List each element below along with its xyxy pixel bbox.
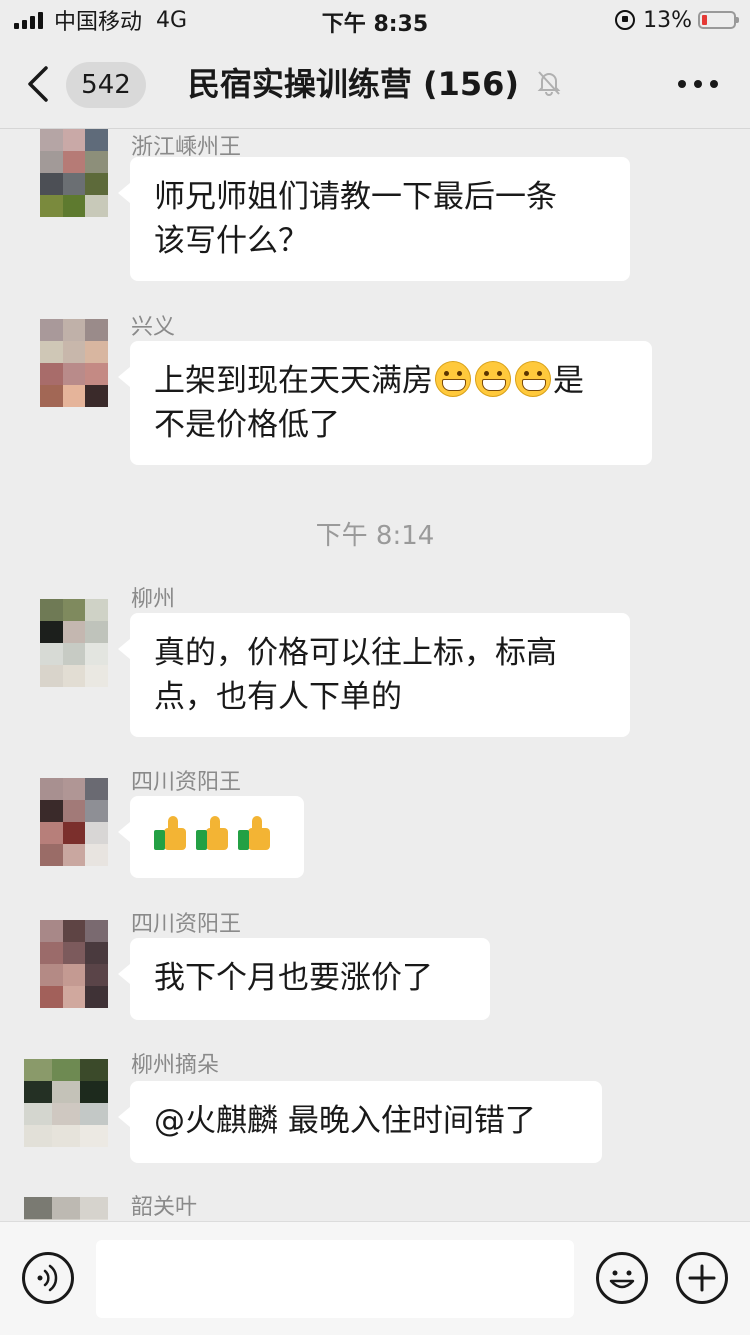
input-bar <box>0 1221 750 1335</box>
plus-button[interactable] <box>676 1252 728 1304</box>
message-bubble[interactable]: @火麒麟 最晚入住时间错了 <box>118 1081 602 1163</box>
thumbs-up-emoji <box>238 815 274 852</box>
nav-bar: 542 民宿实操训练营 (156) <box>0 40 750 129</box>
smiley-icon <box>609 1270 635 1289</box>
status-bar: 中国移动 4G 下午 8:35 13% <box>0 0 750 40</box>
message-line: 该写什么？ <box>154 223 309 259</box>
message-line: 不是价格低了 <box>154 407 340 443</box>
grinning-emoji <box>515 361 551 397</box>
avatar[interactable] <box>40 599 108 687</box>
message-line: 点，也有人下单的 <box>154 679 402 715</box>
message-bubble[interactable] <box>118 796 304 878</box>
battery-percent: 13% <box>643 7 692 33</box>
sender-name: 四川资阳王 <box>131 770 242 795</box>
message-line: 真的，价格可以往上标，标高 <box>154 635 557 671</box>
battery-icon <box>698 11 739 29</box>
voice-icon <box>37 1264 58 1292</box>
avatar[interactable] <box>24 1059 108 1147</box>
thumbs-up-emoji <box>154 815 190 852</box>
grinning-emoji <box>435 361 471 397</box>
avatar[interactable] <box>40 778 108 866</box>
avatar[interactable] <box>40 129 108 217</box>
message-bubble[interactable]: 真的，价格可以往上标，标高 点，也有人下单的 <box>118 613 630 737</box>
grinning-emoji <box>475 361 511 397</box>
sender-name: 兴义 <box>131 315 176 340</box>
message-bubble[interactable]: 师兄师姐们请教一下最后一条 该写什么？ <box>118 157 630 281</box>
message-text: 我下个月也要涨价了 <box>154 960 433 996</box>
status-right: 13% <box>615 6 739 34</box>
dot <box>678 80 686 88</box>
message-bubble[interactable]: 我下个月也要涨价了 <box>118 938 490 1020</box>
dot <box>710 80 718 88</box>
bell-off-icon <box>536 66 562 106</box>
sender-name: 柳州摘朵 <box>131 1053 220 1078</box>
message-line: 师兄师姐们请教一下最后一条 <box>154 179 557 215</box>
message-list[interactable]: 浙江嵊州王 师兄师姐们请教一下最后一条 该写什么？ 兴义 上架到现在天天满房是 … <box>0 129 750 1220</box>
rotation-lock-icon <box>615 10 636 30</box>
voice-button[interactable] <box>22 1252 74 1304</box>
thumbs-up-emoji <box>196 815 232 852</box>
message-bubble[interactable]: 上架到现在天天满房 是 不是价格低了 <box>118 341 652 465</box>
sender-name: 柳州 <box>131 587 176 612</box>
message-input[interactable] <box>96 1240 574 1318</box>
more-options-button[interactable] <box>678 80 718 90</box>
dot <box>694 80 702 88</box>
chat-title: 民宿实操训练营 (156) <box>0 64 750 106</box>
plus-icon <box>688 1264 716 1292</box>
timestamp: 下午 8:14 <box>315 521 435 551</box>
chat-title-text: 民宿实操训练营 (156) <box>187 65 520 103</box>
avatar[interactable] <box>24 1197 108 1220</box>
avatar[interactable] <box>40 319 108 407</box>
sender-name: 四川资阳王 <box>131 912 242 937</box>
message-text: 上架到现在天天满房 <box>154 363 433 399</box>
message-text: @火麒麟 最晚入住时间错了 <box>154 1103 536 1139</box>
sender-name: 韶关叶 <box>131 1195 198 1220</box>
avatar[interactable] <box>40 920 108 1008</box>
message-line: 上架到现在天天满房 是 <box>154 359 628 403</box>
message-text: 是 <box>553 363 584 399</box>
emoji-button[interactable] <box>596 1252 648 1304</box>
